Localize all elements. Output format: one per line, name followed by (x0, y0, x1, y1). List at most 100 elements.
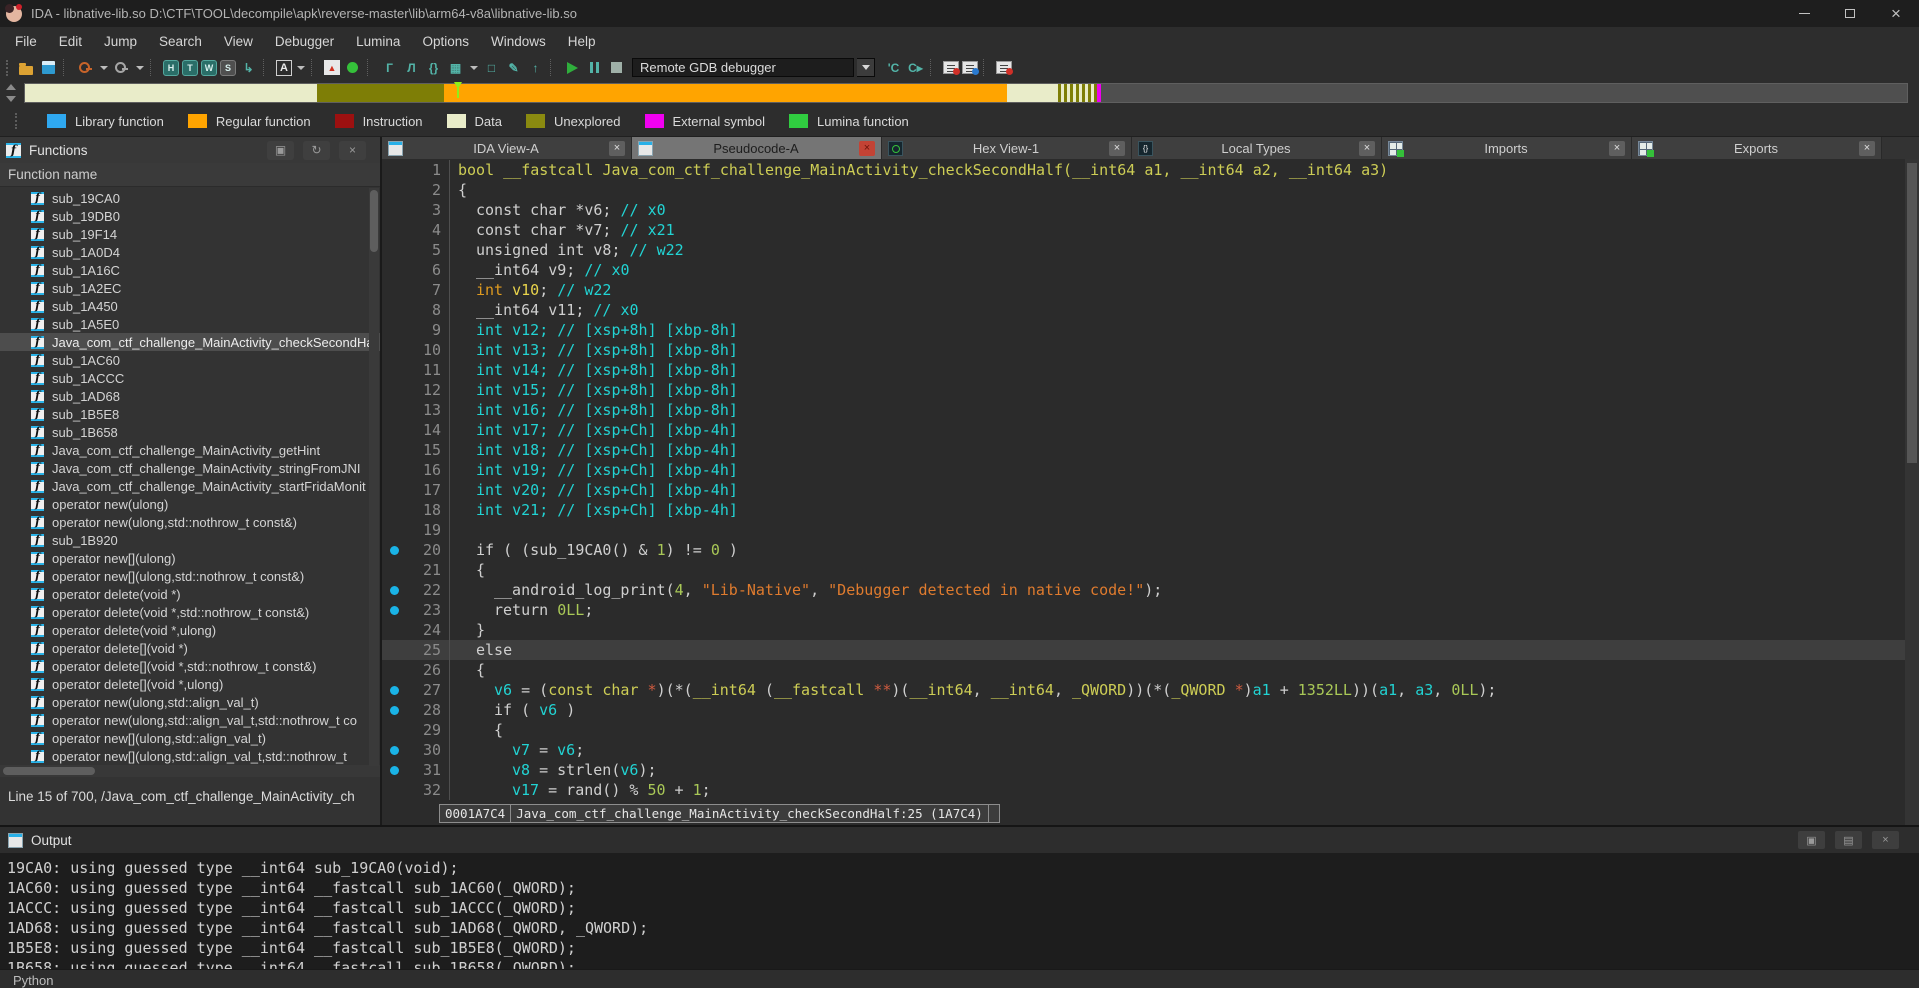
debug-edit-icon[interactable]: ✎ (504, 59, 523, 77)
tab-imports[interactable]: Imports× (1382, 137, 1632, 159)
database-view-gray-icon[interactable]: S (220, 60, 236, 76)
code-line[interactable]: 15int v18; // [xsp+Ch] [xbp-4h] (382, 440, 1905, 460)
breakpoint-dot-icon[interactable] (382, 540, 406, 560)
function-list-item[interactable]: operator delete[](void *,ulong) (0, 675, 380, 693)
pseudocode-scroll-thumb[interactable] (1907, 163, 1917, 463)
resume-marker-icon[interactable] (343, 59, 362, 77)
orange-key-icon[interactable] (76, 59, 95, 77)
tab-exports[interactable]: Exports× (1632, 137, 1882, 159)
function-list-item[interactable]: operator delete[](void *) (0, 639, 380, 657)
menu-debugger[interactable]: Debugger (264, 34, 345, 49)
breakpoint-list-red-icon[interactable] (943, 61, 959, 74)
function-list-item[interactable]: operator delete(void *,std::nothrow_t co… (0, 603, 380, 621)
code-line[interactable]: 6__int64 v9; // x0 (382, 260, 1905, 280)
close-tab-icon[interactable]: × (609, 141, 625, 156)
function-list-item[interactable]: Java_com_ctf_challenge_MainActivity_star… (0, 477, 380, 495)
functions-pin-button[interactable]: ▣ (267, 141, 294, 160)
code-line[interactable]: 22__android_log_print(4, "Lib-Native", "… (382, 580, 1905, 600)
function-name-column-header[interactable]: Function name (0, 163, 380, 187)
functions-vscroll-thumb[interactable] (370, 190, 378, 252)
function-list-item[interactable]: operator delete(void *,ulong) (0, 621, 380, 639)
save-database-icon[interactable] (39, 59, 58, 77)
code-line[interactable]: 27v6 = (const char *)(*(__int64 (__fastc… (382, 680, 1905, 700)
debug-frame-icon[interactable]: □ (482, 59, 501, 77)
debug-up-icon[interactable]: ↑ (526, 59, 545, 77)
menu-options[interactable]: Options (411, 34, 480, 49)
function-list-item[interactable]: operator new(ulong,std::align_val_t,std:… (0, 711, 380, 729)
function-list-item[interactable]: operator new(ulong,std::align_val_t) (0, 693, 380, 711)
code-line[interactable]: 18int v21; // [xsp+Ch] [xbp-4h] (382, 500, 1905, 520)
output-log[interactable]: 19CA0: using guessed type __int64 sub_19… (0, 853, 1919, 978)
functions-close-button[interactable]: × (339, 141, 366, 160)
debug-window-2-icon[interactable]: Л (402, 59, 421, 77)
code-line[interactable]: 1bool __fastcall Java_com_ctf_challenge_… (382, 160, 1905, 180)
code-line[interactable]: 16int v19; // [xsp+Ch] [xbp-4h] (382, 460, 1905, 480)
navigation-band[interactable] (24, 83, 1908, 103)
code-line[interactable]: 3const char *v6; // x0 (382, 200, 1905, 220)
menu-windows[interactable]: Windows (480, 34, 557, 49)
breakpoint-dot-icon[interactable] (382, 600, 406, 620)
function-list-item[interactable]: sub_1A2EC (0, 279, 380, 297)
function-list-item[interactable]: sub_1A0D4 (0, 243, 380, 261)
pseudocode-scrollbar[interactable] (1905, 159, 1919, 825)
toolbar-grip[interactable] (6, 60, 11, 76)
code-line[interactable]: 28if ( v6 ) (382, 700, 1905, 720)
close-button[interactable]: × (1873, 0, 1919, 27)
code-line[interactable]: 17int v20; // [xsp+Ch] [xbp-4h] (382, 480, 1905, 500)
menu-file[interactable]: File (4, 34, 48, 49)
menu-search[interactable]: Search (148, 34, 213, 49)
breakpoint-dot-icon[interactable] (382, 580, 406, 600)
code-line[interactable]: 24} (382, 620, 1905, 640)
function-list-item[interactable]: sub_1ACCC (0, 369, 380, 387)
functions-refresh-button[interactable]: ↻ (303, 141, 330, 160)
tab-local-types[interactable]: Local Types× (1132, 137, 1382, 159)
function-list-item[interactable]: operator new(ulong) (0, 495, 380, 513)
code-line[interactable]: 25else (382, 640, 1905, 660)
debug-grid-dropdown-icon[interactable] (468, 59, 479, 77)
code-line[interactable]: 11int v14; // [xsp+8h] [xbp-8h] (382, 360, 1905, 380)
function-list-item[interactable]: sub_1AD68 (0, 387, 380, 405)
function-list-item[interactable]: operator new[](ulong,std::align_val_t,st… (0, 747, 380, 765)
tab-hex-view-1[interactable]: Hex View-1× (882, 137, 1132, 159)
debug-grid-icon[interactable]: ▦ (446, 59, 465, 77)
functions-horizontal-scrollbar[interactable] (0, 765, 380, 777)
code-line[interactable]: 7int v10; // w22 (382, 280, 1905, 300)
debug-window-1-icon[interactable]: Г (380, 59, 399, 77)
function-list-item[interactable]: sub_19CA0 (0, 189, 380, 207)
output-pin-button[interactable]: ▣ (1798, 831, 1825, 849)
function-list-item[interactable]: sub_19DB0 (0, 207, 380, 225)
code-line[interactable]: 20if ( (sub_19CA0() & 1) != 0 ) (382, 540, 1905, 560)
function-list-item[interactable]: operator delete(void *) (0, 585, 380, 603)
tab-ida-view-a[interactable]: IDA View-A× (382, 137, 632, 159)
pause-process-icon[interactable] (585, 59, 604, 77)
code-line[interactable]: 21{ (382, 560, 1905, 580)
function-list-item[interactable]: sub_1AC60 (0, 351, 380, 369)
breakpoint-marker-icon[interactable]: ▲ (324, 60, 340, 75)
output-close-button[interactable]: × (1872, 831, 1899, 849)
menu-edit[interactable]: Edit (48, 34, 93, 49)
menu-lumina[interactable]: Lumina (345, 34, 411, 49)
debugger-selector[interactable]: Remote GDB debugger (632, 58, 854, 77)
open-file-icon[interactable] (17, 59, 36, 77)
function-list-item[interactable]: operator new[](ulong) (0, 549, 380, 567)
function-list-item[interactable]: sub_19F14 (0, 225, 380, 243)
orange-key-dropdown-icon[interactable] (98, 59, 109, 77)
text-options-dropdown-icon[interactable] (295, 59, 306, 77)
function-list-item[interactable]: operator new[](ulong,std::nothrow_t cons… (0, 567, 380, 585)
breakpoint-menu-icon[interactable] (996, 61, 1012, 74)
code-line[interactable]: 13int v16; // [xsp+8h] [xbp-8h] (382, 400, 1905, 420)
close-tab-icon[interactable]: × (859, 141, 875, 156)
breakpoint-dot-icon[interactable] (382, 680, 406, 700)
function-list-item[interactable]: sub_1B5E8 (0, 405, 380, 423)
stop-process-icon[interactable] (607, 59, 626, 77)
function-list-item[interactable]: Java_com_ctf_challenge_MainActivity_getH… (0, 441, 380, 459)
code-line[interactable]: 30v7 = v6; (382, 740, 1905, 760)
gray-key-icon[interactable] (112, 59, 131, 77)
detach-from-process-icon[interactable]: C▸ (906, 59, 925, 77)
code-line[interactable]: 19 (382, 520, 1905, 540)
breakpoint-list-blue-icon[interactable] (962, 61, 978, 74)
close-tab-icon[interactable]: × (1359, 141, 1375, 156)
code-line[interactable]: 2{ (382, 180, 1905, 200)
database-view-h-icon[interactable]: H (163, 60, 179, 76)
database-view-t-icon[interactable]: T (182, 60, 198, 76)
